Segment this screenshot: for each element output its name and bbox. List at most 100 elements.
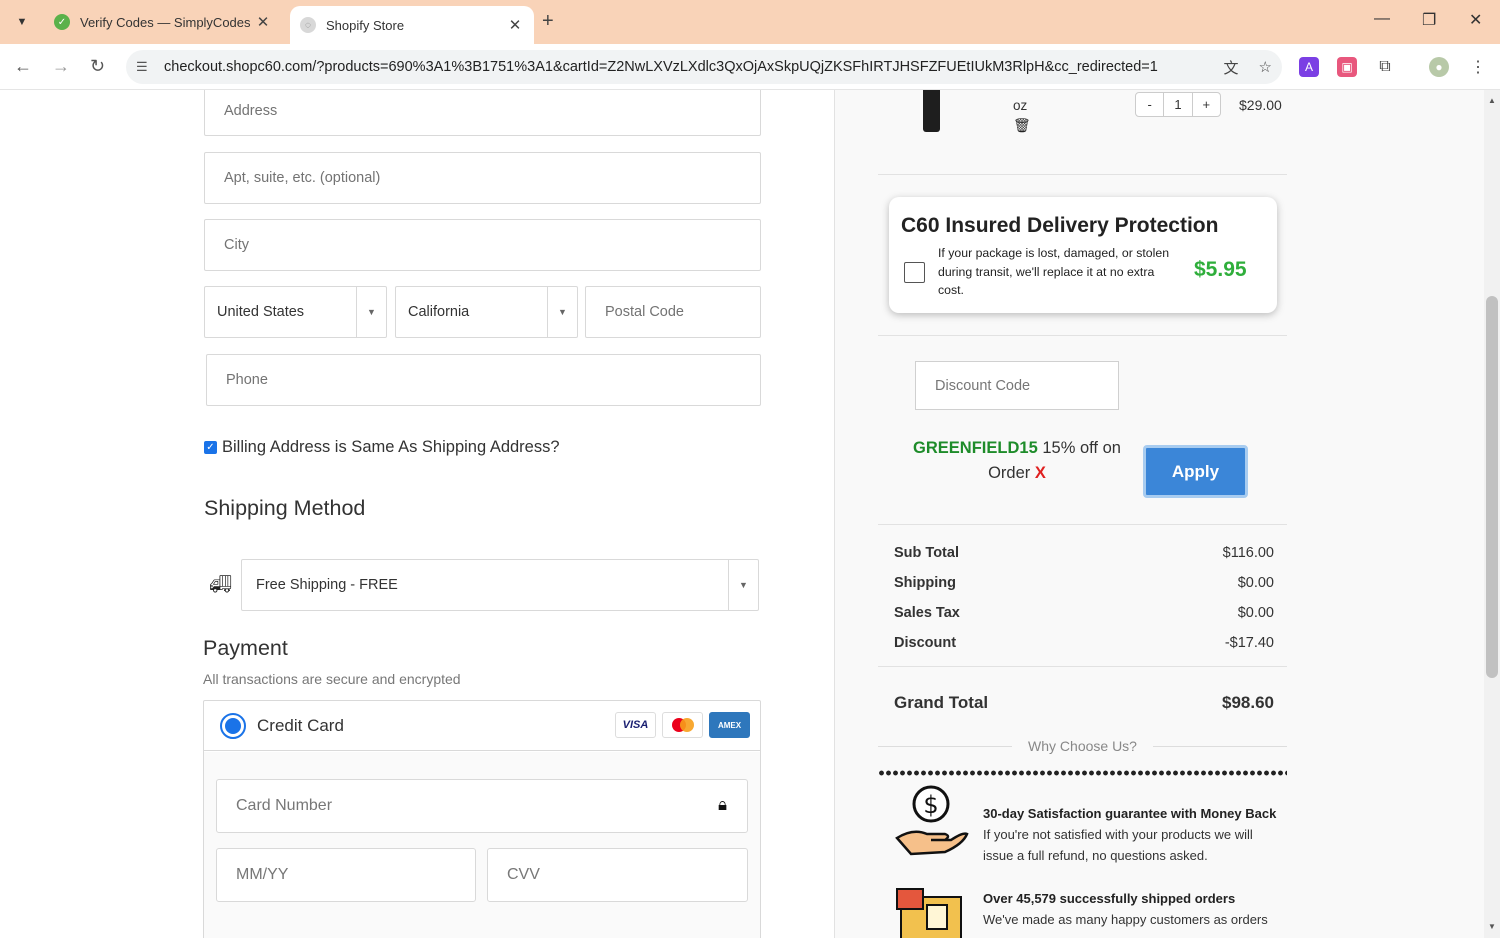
address-input[interactable]: Address <box>204 90 761 136</box>
shipping-value: $0.00 <box>1237 575 1274 591</box>
page-scrollbar[interactable]: ▲ ▼ <box>1484 90 1500 938</box>
scroll-down-icon[interactable]: ▼ <box>1488 922 1496 931</box>
mastercard-icon <box>662 712 703 738</box>
extension-a-icon[interactable]: A <box>1299 57 1319 77</box>
amex-icon: AMEX <box>709 712 750 738</box>
chevron-down-icon: ▼ <box>547 287 577 337</box>
discount-label: Discount <box>894 635 957 651</box>
why-choose-us-heading: Why Choose Us? <box>1028 738 1137 754</box>
apt-input[interactable]: Apt, suite, etc. (optional) <box>204 152 761 204</box>
profile-avatar-icon[interactable]: ● <box>1429 57 1449 77</box>
dotted-divider <box>878 770 1287 776</box>
decrease-button[interactable]: - <box>1136 93 1163 116</box>
address-bar: ← → ↻ ☰ checkout.shopc60.com/?products=6… <box>0 44 1500 90</box>
divider <box>878 335 1287 336</box>
back-icon[interactable]: ← <box>14 56 32 77</box>
product-unit: oz <box>1013 98 1028 113</box>
tax-value: $0.00 <box>1237 605 1274 621</box>
card-number-placeholder: Card Number <box>236 797 333 814</box>
credit-card-radio[interactable] <box>220 712 246 739</box>
postal-code-input[interactable]: Postal Code <box>585 286 761 338</box>
grand-total-row: Grand Total $98.60 <box>894 693 1274 713</box>
why-choose-us-header: Why Choose Us? <box>878 738 1287 754</box>
billing-same-label: Billing Address is Same As Shipping Addr… <box>222 438 560 456</box>
apply-button[interactable]: Apply <box>1143 445 1248 498</box>
card-fields: Card Number 🔒︎ MM/YY CVV <box>204 752 760 938</box>
protection-price: $5.95 <box>1194 258 1247 281</box>
remove-discount-button[interactable]: X <box>1035 464 1046 482</box>
extensions-puzzle-icon[interactable]: ⧉ <box>1375 57 1395 77</box>
simplycodes-favicon-icon: ✓ <box>54 14 70 30</box>
billing-same-row[interactable]: ✓ Billing Address is Same As Shipping Ad… <box>204 438 560 457</box>
checkout-form-column: Address Apt, suite, etc. (optional) City… <box>0 90 834 938</box>
billing-same-checkbox[interactable]: ✓ <box>204 441 217 454</box>
browser-tab-bar: ▼ ✓ Verify Codes — SimplyCodes ✕ ◌ Shopi… <box>0 0 1500 44</box>
benefit-title: 30-day Satisfaction guarantee with Money… <box>983 806 1277 821</box>
restore-icon[interactable]: ❐ <box>1422 10 1436 30</box>
tab-shopify-store[interactable]: ◌ Shopify Store ✕ <box>290 6 534 44</box>
bookmark-star-icon[interactable]: ☆ <box>1259 58 1272 76</box>
new-tab-icon[interactable]: + <box>542 10 554 33</box>
tab-title: Shopify Store <box>326 17 405 33</box>
protection-title: C60 Insured Delivery Protection <box>901 214 1219 237</box>
payment-box: Credit Card VISA AMEX Card Number 🔒︎ MM/… <box>203 700 761 938</box>
discount-code-input[interactable]: Discount Code <box>915 361 1119 410</box>
scrollbar-thumb[interactable] <box>1486 296 1498 678</box>
site-info-icon[interactable]: ☰ <box>136 59 154 75</box>
minimize-icon[interactable]: — <box>1374 10 1390 28</box>
shipping-method-heading: Shipping Method <box>204 496 366 520</box>
forward-icon[interactable]: → <box>52 56 70 77</box>
discount-value: -$17.40 <box>1224 635 1274 651</box>
protection-checkbox[interactable] <box>904 262 925 283</box>
money-back-hand-icon: $ <box>893 782 969 869</box>
tab-title: Verify Codes — SimplyCodes <box>80 14 251 30</box>
discount-row: Discount -$17.40 <box>894 635 1274 651</box>
quantity-value[interactable]: 1 <box>1163 93 1193 116</box>
city-input[interactable]: City <box>204 219 761 271</box>
product-image <box>923 90 940 132</box>
phone-input[interactable]: Phone <box>206 354 761 406</box>
close-window-icon[interactable]: ✕ <box>1469 10 1482 30</box>
payment-subtitle: All transactions are secure and encrypte… <box>203 671 461 687</box>
quantity-stepper[interactable]: - 1 + <box>1135 92 1221 117</box>
increase-button[interactable]: + <box>1193 93 1220 116</box>
card-number-input[interactable]: Card Number 🔒︎ <box>216 779 748 833</box>
close-tab-icon[interactable]: ✕ <box>254 13 272 31</box>
translate-icon[interactable]: 文 <box>1224 57 1239 78</box>
truck-icon: 🚚︎ <box>209 574 232 594</box>
country-select[interactable]: United States ▼ <box>204 286 387 338</box>
omnibox[interactable]: ☰ checkout.shopc60.com/?products=690%3A1… <box>126 50 1282 84</box>
subtotal-row: Sub Total $116.00 <box>894 545 1274 561</box>
cvv-input[interactable]: CVV <box>487 848 748 902</box>
scroll-up-icon[interactable]: ▲ <box>1488 96 1496 105</box>
grand-total-value: $98.60 <box>1222 693 1274 712</box>
reload-icon[interactable]: ↻ <box>90 56 105 77</box>
divider <box>878 666 1287 667</box>
close-tab-icon[interactable]: ✕ <box>506 16 524 34</box>
menu-kebab-icon[interactable]: ⋮ <box>1468 57 1488 77</box>
expiry-input[interactable]: MM/YY <box>216 848 476 902</box>
shipping-method-select[interactable]: Free Shipping - FREE ▼ <box>241 559 759 611</box>
credit-card-option[interactable]: Credit Card VISA AMEX <box>204 701 760 751</box>
lock-icon: 🔒︎ <box>717 795 727 814</box>
card-brands: VISA AMEX <box>615 712 750 738</box>
chevron-down-icon: ▼ <box>356 287 386 337</box>
delivery-protection-card: C60 Insured Delivery Protection If your … <box>889 197 1277 313</box>
tax-label: Sales Tax <box>894 605 960 621</box>
payment-heading: Payment <box>203 636 288 660</box>
state-select[interactable]: California ▼ <box>395 286 578 338</box>
trash-icon[interactable]: 🗑︎ <box>1013 117 1031 134</box>
benefit-title: Over 45,579 successfully shipped orders <box>983 891 1236 906</box>
svg-text:$: $ <box>923 791 938 819</box>
tab-simplycodes[interactable]: ✓ Verify Codes — SimplyCodes ✕ <box>44 6 282 38</box>
visa-icon: VISA <box>615 712 656 738</box>
url-text[interactable]: checkout.shopc60.com/?products=690%3A1%3… <box>164 59 1214 75</box>
country-value: United States <box>217 304 305 320</box>
credit-card-label: Credit Card <box>257 715 344 735</box>
item-price: $29.00 <box>1239 97 1282 113</box>
extension-gift-icon[interactable]: ▣ <box>1337 57 1357 77</box>
discount-code-name: GREENFIELD15 <box>913 439 1038 457</box>
shopify-favicon-icon: ◌ <box>300 17 316 33</box>
tab-search-icon[interactable]: ▼ <box>8 9 36 35</box>
tax-row: Sales Tax $0.00 <box>894 605 1274 621</box>
